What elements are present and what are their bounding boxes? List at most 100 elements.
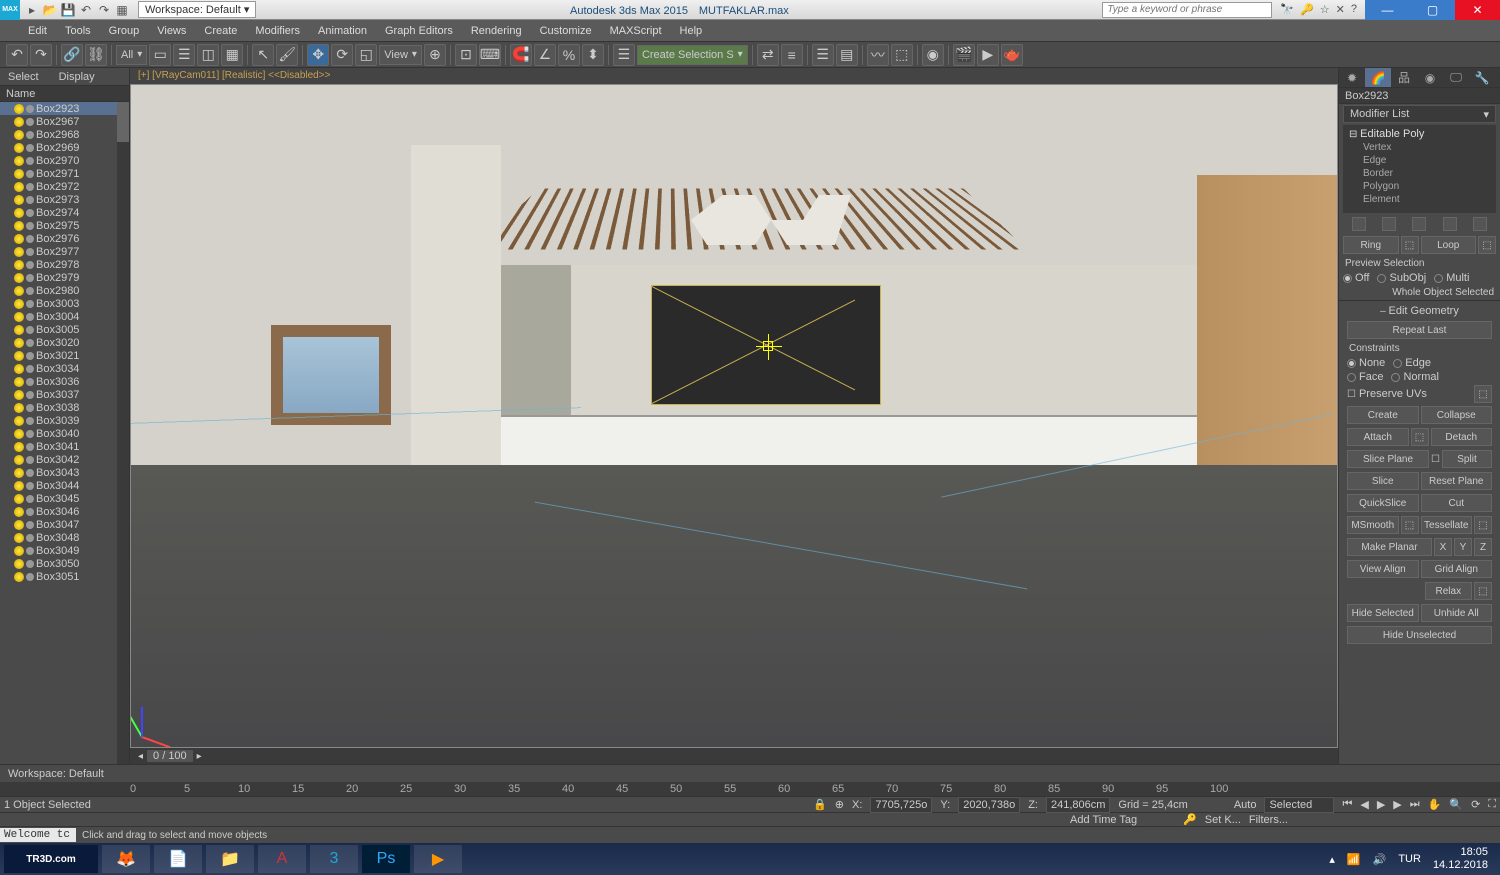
minimize-button[interactable]: — — [1365, 0, 1410, 20]
display-tab-icon[interactable]: 🖵 — [1443, 68, 1469, 87]
percent-snap-icon[interactable]: % — [558, 44, 580, 66]
curve-editor-icon[interactable]: 〰 — [867, 44, 889, 66]
selection-gizmo[interactable] — [763, 341, 773, 351]
modify-tab-icon[interactable]: 🌈 — [1365, 68, 1391, 87]
select-name-icon[interactable]: ☰ — [173, 44, 195, 66]
list-item[interactable]: Box2975 — [0, 219, 129, 232]
redo-icon[interactable]: ↷ — [96, 2, 112, 18]
cut-button[interactable]: Cut — [1421, 494, 1493, 512]
constraint-none-radio[interactable]: None — [1347, 357, 1385, 369]
libreoffice-icon[interactable]: 📄 — [154, 845, 202, 873]
menu-create[interactable]: Create — [204, 25, 237, 37]
list-item[interactable]: Box3042 — [0, 453, 129, 466]
list-item[interactable]: Box3047 — [0, 518, 129, 531]
list-item[interactable]: Box2973 — [0, 193, 129, 206]
scale-icon[interactable]: ◱ — [355, 44, 377, 66]
render-icon[interactable]: 🫖 — [1001, 44, 1023, 66]
name-header[interactable]: Name — [0, 86, 129, 102]
menu-animation[interactable]: Animation — [318, 25, 367, 37]
spinner-snap-icon[interactable]: ⬍ — [582, 44, 604, 66]
app-icon[interactable]: MAX — [0, 0, 20, 20]
firefox-icon[interactable]: 🦊 — [102, 845, 150, 873]
list-item[interactable]: Box2971 — [0, 167, 129, 180]
clock[interactable]: 18:05 14.12.2018 — [1433, 846, 1488, 872]
object-name-field[interactable]: Box2923 — [1339, 88, 1500, 104]
unique-icon[interactable] — [1412, 217, 1426, 231]
auto-key-button[interactable]: Auto — [1234, 799, 1257, 811]
list-item[interactable]: Box3048 — [0, 531, 129, 544]
modifier-stack[interactable]: ⊟ Editable Poly Vertex Edge Border Polyg… — [1343, 125, 1496, 213]
lang-indicator[interactable]: TUR — [1398, 853, 1421, 865]
list-item[interactable]: Box3045 — [0, 492, 129, 505]
detach-button[interactable]: Detach — [1431, 428, 1493, 446]
lock-icon[interactable]: 🔒 — [813, 798, 827, 811]
menu-group[interactable]: Group — [109, 25, 140, 37]
tr3d-logo[interactable]: TR3D.com — [4, 845, 98, 873]
list-item[interactable]: Box3004 — [0, 310, 129, 323]
msmooth-button[interactable]: MSmooth — [1347, 516, 1399, 534]
layers-icon[interactable]: ☰ — [812, 44, 834, 66]
playback-goto-start-icon[interactable]: ⏮ — [1342, 798, 1352, 811]
nav-pan-icon[interactable]: ✋ — [1428, 798, 1442, 811]
list-item[interactable]: Box3050 — [0, 557, 129, 570]
nav-zoom-icon[interactable]: 🔍 — [1449, 798, 1463, 811]
list-item[interactable]: Box3003 — [0, 297, 129, 310]
render-frame-icon[interactable]: ▶ — [977, 44, 999, 66]
remove-icon[interactable] — [1443, 217, 1457, 231]
coord-toggle-icon[interactable]: ⊕ — [835, 798, 844, 811]
keyboard-icon[interactable]: ⌨ — [479, 44, 501, 66]
timeline-ruler[interactable]: 0510152025303540455055606570758085909510… — [0, 782, 1500, 796]
maximize-button[interactable]: ▢ — [1410, 0, 1455, 20]
create-button[interactable]: Create — [1347, 406, 1419, 424]
collapse-button[interactable]: Collapse — [1421, 406, 1493, 424]
save-icon[interactable]: 💾 — [60, 2, 76, 18]
list-item[interactable]: Box3036 — [0, 375, 129, 388]
search-input[interactable] — [1102, 2, 1272, 18]
display-tab[interactable]: Display — [59, 71, 95, 83]
volume-icon[interactable]: 🔊 — [1373, 853, 1387, 866]
list-item[interactable]: Box2972 — [0, 180, 129, 193]
list-item[interactable]: Box2923 — [0, 102, 129, 115]
x-coord-field[interactable]: 7705,725o — [870, 797, 932, 813]
autocad-icon[interactable]: A — [258, 845, 306, 873]
undo-icon[interactable]: ↶ — [78, 2, 94, 18]
planar-y-button[interactable]: Y — [1454, 538, 1472, 556]
redo-icon[interactable]: ↷ — [30, 44, 52, 66]
reset-plane-button[interactable]: Reset Plane — [1421, 472, 1493, 490]
material-icon[interactable]: ◉ — [922, 44, 944, 66]
list-item[interactable]: Box3051 — [0, 570, 129, 583]
rotate-icon[interactable]: ⟳ — [331, 44, 353, 66]
mirror-icon[interactable]: ⇄ — [757, 44, 779, 66]
playback-next-icon[interactable]: ▶ — [1393, 798, 1401, 811]
refcoord-dropdown[interactable]: View ▾ — [379, 45, 422, 65]
motion-tab-icon[interactable]: ◉ — [1417, 68, 1443, 87]
show-end-icon[interactable] — [1382, 217, 1396, 231]
view-align-button[interactable]: View Align — [1347, 560, 1419, 578]
attach-button[interactable]: Attach — [1347, 428, 1409, 446]
help-icon[interactable]: ? — [1351, 3, 1357, 16]
create-tab-icon[interactable]: ✹ — [1339, 68, 1365, 87]
move-icon[interactable]: ✥ — [307, 44, 329, 66]
relax-button[interactable]: Relax — [1425, 582, 1472, 600]
hide-unselected-button[interactable]: Hide Unselected — [1347, 626, 1492, 644]
list-item[interactable]: Box2978 — [0, 258, 129, 271]
constraint-edge-radio[interactable]: Edge — [1393, 357, 1431, 369]
photoshop-icon[interactable]: Ps — [362, 845, 410, 873]
time-slider[interactable]: ◂ 0 / 100 ▸ — [130, 748, 1338, 764]
undo-icon[interactable]: ↶ — [6, 44, 28, 66]
list-item[interactable]: Box2977 — [0, 245, 129, 258]
star-icon[interactable]: ☆ — [1320, 3, 1330, 16]
grid-align-button[interactable]: Grid Align — [1421, 560, 1493, 578]
select-paint-icon[interactable]: 🖌 — [276, 44, 298, 66]
manipulate-icon[interactable]: ⊡ — [455, 44, 477, 66]
edit-geometry-rollout[interactable]: – Edit Geometry — [1343, 303, 1496, 319]
set-key-button[interactable]: Set K... — [1205, 814, 1241, 826]
menu-rendering[interactable]: Rendering — [471, 25, 522, 37]
constraint-face-radio[interactable]: Face — [1347, 371, 1383, 383]
list-item[interactable]: Box3044 — [0, 479, 129, 492]
viewport-label[interactable]: [+] [VRayCam011] [Realistic] <<Disabled>… — [130, 68, 1338, 84]
list-item[interactable]: Box3005 — [0, 323, 129, 336]
named-selection-dropdown[interactable]: Create Selection S ▾ — [637, 45, 748, 65]
menu-edit[interactable]: Edit — [28, 25, 47, 37]
menu-maxscript[interactable]: MAXScript — [610, 25, 662, 37]
